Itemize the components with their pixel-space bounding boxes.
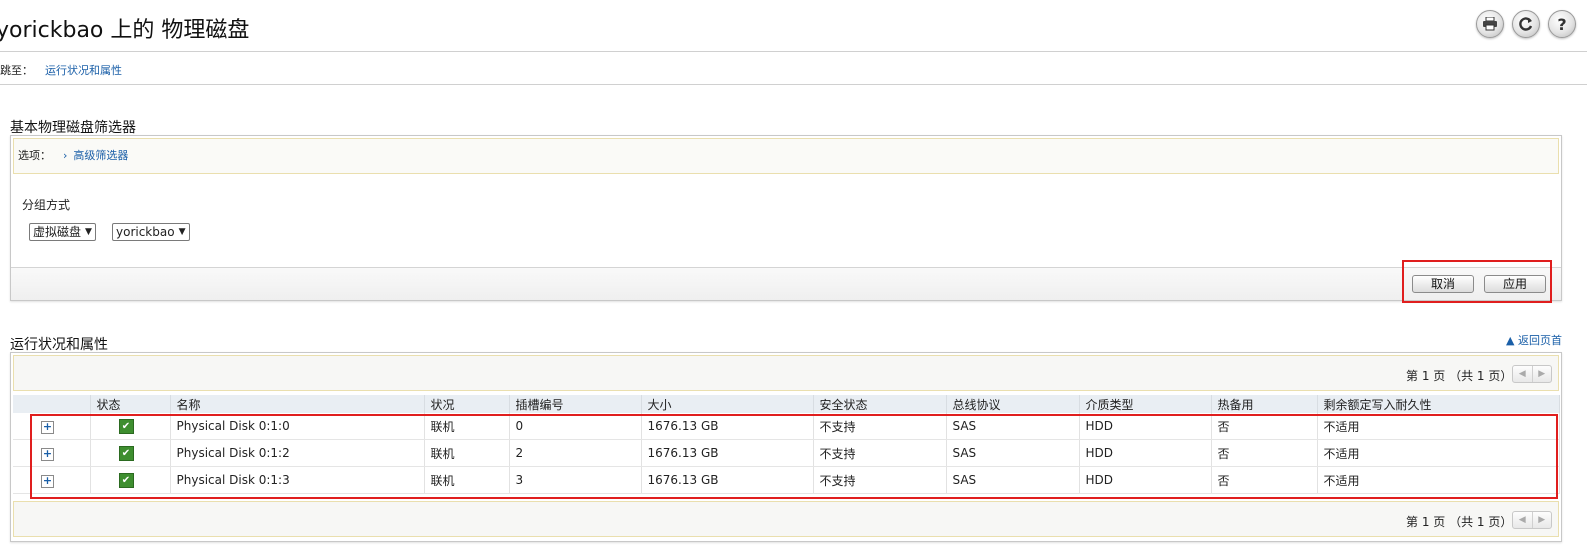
highlight-box-rows bbox=[30, 414, 1558, 499]
group-by-select-value: 虚拟磁盘 bbox=[33, 225, 82, 239]
group-by-select[interactable]: 虚拟磁盘 ▼ bbox=[29, 223, 96, 241]
chevron-down-icon: ▼ bbox=[178, 227, 186, 237]
jump-to-bar: 跳至： 运行状况和属性 bbox=[0, 62, 122, 78]
column-header[interactable]: 状态 bbox=[90, 395, 171, 413]
chevron-right-icon: › bbox=[63, 149, 68, 162]
next-page-icon[interactable]: ▶ bbox=[1533, 512, 1552, 528]
divider bbox=[0, 84, 1587, 85]
pager-text: 第 1 页 （共 1 页） bbox=[1406, 369, 1513, 383]
group-by-label: 分组方式 bbox=[22, 198, 71, 212]
divider bbox=[0, 51, 1587, 52]
printer-icon[interactable] bbox=[1476, 10, 1504, 38]
pager-top: 第 1 页 （共 1 页） ◀ ▶ bbox=[13, 355, 1559, 391]
advanced-filter-link[interactable]: 高级筛选器 bbox=[73, 149, 128, 162]
back-to-top-link[interactable]: ▲ 返回页首 bbox=[1506, 332, 1562, 348]
column-header[interactable]: 介质类型 bbox=[1079, 395, 1212, 413]
next-page-icon[interactable]: ▶ bbox=[1533, 366, 1552, 382]
column-header[interactable]: 总线协议 bbox=[946, 395, 1080, 413]
jump-label: 跳至： bbox=[0, 64, 33, 77]
pager-arrows[interactable]: ◀ ▶ bbox=[1512, 511, 1552, 529]
table-header-row: 状态 名称 状况 插槽编号 大小 安全状态 总线协议 介质类型 热备用 剩余额定… bbox=[13, 395, 1560, 413]
prev-page-icon[interactable]: ◀ bbox=[1513, 366, 1533, 382]
refresh-icon[interactable] bbox=[1512, 10, 1540, 38]
filter-section-title: 基本物理磁盘筛选器 bbox=[10, 120, 136, 136]
filter-panel: 选项： › 高级筛选器 分组方式 虚拟磁盘 ▼ yorickbao ▼ 取消 应用 bbox=[10, 135, 1562, 301]
column-header[interactable]: 插槽编号 bbox=[509, 395, 642, 413]
column-header[interactable]: 安全状态 bbox=[813, 395, 947, 413]
jump-link-health[interactable]: 运行状况和属性 bbox=[45, 64, 122, 77]
chevron-down-icon: ▼ bbox=[85, 227, 92, 237]
column-header[interactable]: 大小 bbox=[641, 395, 814, 413]
column-header[interactable]: 剩余额定写入耐久性 bbox=[1317, 395, 1560, 413]
filter-footer: 取消 应用 bbox=[11, 267, 1561, 300]
column-header[interactable]: 热备用 bbox=[1211, 395, 1318, 413]
options-label: 选项： bbox=[18, 149, 51, 162]
pager-arrows[interactable]: ◀ ▶ bbox=[1512, 365, 1552, 383]
toolbar-icons: ? bbox=[1476, 10, 1576, 38]
prev-page-icon[interactable]: ◀ bbox=[1513, 512, 1533, 528]
disk-select-value: yorickbao bbox=[116, 225, 175, 239]
column-header[interactable]: 状况 bbox=[424, 395, 510, 413]
column-header bbox=[13, 395, 91, 413]
disk-select[interactable]: yorickbao ▼ bbox=[112, 223, 190, 241]
options-bar: 选项： › 高级筛选器 bbox=[13, 138, 1559, 174]
pager-bottom: 第 1 页 （共 1 页） ◀ ▶ bbox=[13, 501, 1559, 537]
pager-text: 第 1 页 （共 1 页） bbox=[1406, 515, 1513, 529]
column-header[interactable]: 名称 bbox=[170, 395, 425, 413]
help-icon[interactable]: ? bbox=[1548, 10, 1576, 38]
health-section-title: 运行状况和属性 bbox=[10, 337, 108, 353]
highlight-box-buttons bbox=[1402, 260, 1552, 303]
page-title: yorickbao 上的 物理磁盘 bbox=[0, 18, 250, 43]
